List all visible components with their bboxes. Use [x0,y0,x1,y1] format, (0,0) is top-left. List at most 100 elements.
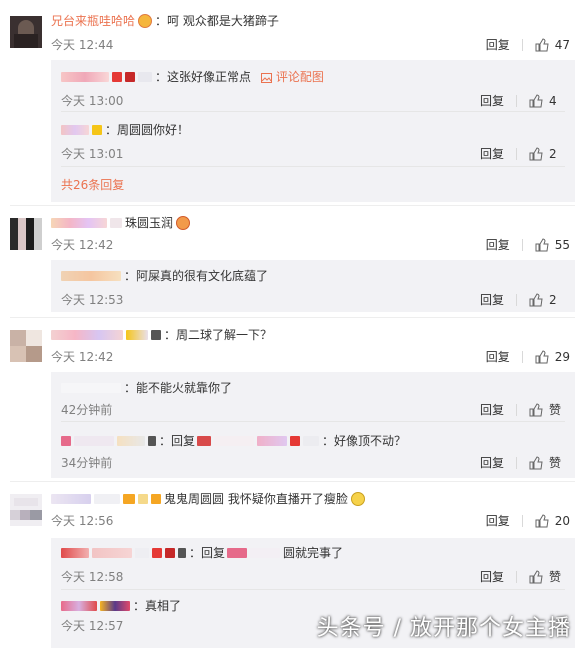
divider [10,205,575,206]
reply-button[interactable]: 回复 [480,92,504,110]
separator [516,571,517,583]
thumb-up-icon[interactable] [529,456,543,470]
thumb-up-icon[interactable] [535,514,549,528]
blurred-username [197,436,212,446]
reply-panel: ：能不能火就靠你了 42分钟前 回复 赞 ：回复 ：好像顶不动？ 34分钟前 回… [51,372,575,478]
blurred-username [135,548,149,558]
blurred-username [74,436,114,446]
comment-body: 鬼鬼周圆圆 我怀疑你直播开了瘦脸 [51,490,368,508]
blurred-username [61,271,121,281]
blurred-username [151,494,161,504]
divider [61,421,565,422]
comment-time: 今天 12:42 [51,238,114,252]
like-count: 赞 [549,456,562,470]
comment-actions: 回复 20 [486,512,570,530]
reply-body: ：回复 圆就完事了 [61,544,343,562]
reply-panel: ：阿屎真的很有文化底蕴了 今天 12:53 回复 2 [51,260,575,312]
blurred-username [112,72,122,82]
reply-time: 34分钟前 [61,456,113,470]
comment-body: ：周二球了解一下？ [51,326,272,344]
blurred-username [257,436,288,446]
avatar[interactable] [10,330,42,362]
reply-button[interactable]: 回复 [480,568,504,586]
blurred-username [148,436,156,446]
reply-actions: 回复 2 [480,145,563,163]
thumb-up-icon[interactable] [529,570,543,584]
reply-time: 今天 13:01 [61,147,124,161]
reply-button[interactable]: 回复 [480,401,504,419]
blurred-username [61,436,71,446]
emoji-icon [138,14,153,28]
reply-panel: ：这张好像正常点 评论配图 今天 13:00 回复 4 ：周圆圆你好！ 今天 1… [51,60,575,202]
divider [10,317,575,318]
blurred-username [61,383,121,393]
divider [10,481,575,482]
reply-text: ：周圆圆你好！ [105,123,190,137]
image-link[interactable]: 评论配图 [261,68,324,86]
like-count: 47 [554,38,570,52]
like-count: 赞 [549,403,562,417]
image-icon [261,72,273,83]
blurred-username [51,494,91,504]
thumb-up-icon[interactable] [529,94,543,108]
reply-actions: 回复 赞 [480,401,563,419]
reply-button[interactable]: 回复 [480,454,504,472]
comment-actions: 回复 29 [486,348,570,366]
blurred-username [51,218,107,228]
image-link-label[interactable]: 评论配图 [276,70,324,84]
avatar[interactable] [10,494,42,526]
reply-button[interactable]: 回复 [486,512,510,530]
comment-actions: 回复 55 [486,236,570,254]
separator [516,404,517,416]
separator [516,148,517,160]
reply-body: ：周圆圆你好！ [61,121,189,139]
reply-text: ：好像顶不动？ [322,434,407,448]
emoji-icon [176,216,191,230]
username-link[interactable]: 兄台来瓶哇哈哈 [51,12,135,30]
reply-button[interactable]: 回复 [480,145,504,163]
thumb-up-icon[interactable] [529,293,543,307]
separator [516,95,517,107]
blurred-username [303,436,320,446]
divider [61,166,565,167]
reply-button[interactable]: 回复 [486,36,510,54]
comment-text: ：呵 观众都是大猪蹄子 [155,14,279,28]
reply-text: 圆就完事了 [283,546,344,560]
like-count: 29 [554,350,570,364]
comment-time: 今天 12:44 [51,38,114,52]
blurred-username [117,436,145,446]
thumb-up-icon[interactable] [529,403,543,417]
like-count: 2 [549,147,557,161]
blurred-username [61,125,89,135]
reply-button[interactable]: 回复 [486,236,510,254]
avatar[interactable] [10,16,42,48]
reply-text: ：回复 [159,434,196,448]
comment-actions: 回复 47 [486,36,570,54]
reply-button[interactable]: 回复 [480,291,504,309]
more-replies-link[interactable]: 共26条回复 [61,176,124,194]
reply-button[interactable]: 回复 [486,348,510,366]
divider [61,111,565,112]
thumb-up-icon[interactable] [535,38,549,52]
reply-text: ：这张好像正常点 [155,70,252,84]
separator [521,39,523,51]
thumb-up-icon[interactable] [529,147,543,161]
like-count: 55 [554,238,570,252]
blurred-username [61,548,89,558]
thumb-up-icon[interactable] [535,350,549,364]
separator [521,515,523,527]
reply-text: ：真相了 [133,599,182,613]
reply-actions: 回复 4 [480,92,563,110]
reply-body: ：这张好像正常点 评论配图 [61,68,324,86]
comment-body: 兄台来瓶哇哈哈 ：呵 观众都是大猪蹄子 [51,12,279,30]
reply-actions: 回复 赞 [480,454,563,472]
thumb-up-icon[interactable] [535,238,549,252]
blurred-username [126,330,148,340]
avatar[interactable] [10,218,42,250]
comment-time: 今天 12:56 [51,514,114,528]
divider [61,589,565,590]
blurred-username [214,436,255,446]
blurred-username [92,125,102,135]
like-count: 4 [549,94,557,108]
blurred-username [165,548,175,558]
